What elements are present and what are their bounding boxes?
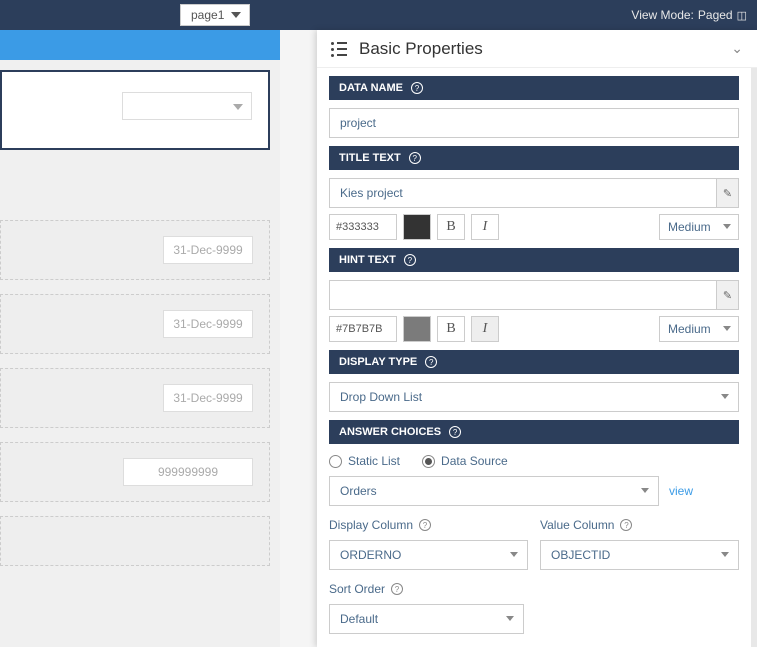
title-color-input[interactable] bbox=[329, 214, 397, 240]
answer-choice-mode: Static List Data Source bbox=[329, 454, 739, 468]
view-mode[interactable]: View Mode: Paged ◫ bbox=[631, 8, 747, 22]
section-label: DISPLAY TYPE bbox=[339, 356, 417, 368]
view-mode-label: View Mode: bbox=[631, 8, 693, 22]
help-icon[interactable]: ? bbox=[449, 426, 461, 438]
ghost-date-field-2[interactable]: 31-Dec-9999 bbox=[0, 294, 270, 354]
section-hint-text: HINT TEXT ? bbox=[329, 248, 739, 272]
radio-text: Data Source bbox=[441, 454, 508, 468]
panel-title: Basic Properties bbox=[359, 39, 731, 59]
help-icon[interactable]: ? bbox=[425, 356, 437, 368]
bold-button[interactable]: B bbox=[437, 316, 465, 342]
chevron-down-icon[interactable]: ⌄ bbox=[731, 40, 743, 57]
value-column-select[interactable]: OBJECTID bbox=[540, 540, 739, 570]
section-title-text: TITLE TEXT ? bbox=[329, 146, 739, 170]
title-size-select[interactable]: Medium bbox=[659, 214, 739, 240]
value-column-label: Value Column ? bbox=[540, 518, 739, 532]
title-style-row: B I Medium bbox=[329, 214, 739, 240]
radio-data-source[interactable]: Data Source bbox=[422, 454, 508, 468]
top-bar: page1 View Mode: Paged ◫ bbox=[0, 0, 757, 30]
page-select-wrap: page1 bbox=[180, 4, 250, 26]
ghost-date-input[interactable]: 31-Dec-9999 bbox=[163, 310, 253, 338]
radio-icon bbox=[422, 455, 435, 468]
bold-button[interactable]: B bbox=[437, 214, 465, 240]
hint-style-row: B I Medium bbox=[329, 316, 739, 342]
section-answer-choices: ANSWER CHOICES ? bbox=[329, 420, 739, 444]
ghost-date-input[interactable]: 31-Dec-9999 bbox=[163, 236, 253, 264]
title-color-swatch[interactable] bbox=[403, 214, 431, 240]
display-column-label: Display Column ? bbox=[329, 518, 528, 532]
radio-text: Static List bbox=[348, 454, 400, 468]
help-icon[interactable]: ? bbox=[620, 519, 632, 531]
data-source-select[interactable]: Orders bbox=[329, 476, 659, 506]
display-type-select[interactable]: Drop Down List bbox=[329, 382, 739, 412]
section-label: HINT TEXT bbox=[339, 254, 396, 266]
page-header-band bbox=[0, 30, 280, 60]
ghost-field[interactable] bbox=[0, 516, 270, 566]
data-name-input[interactable] bbox=[329, 108, 739, 138]
display-column-select[interactable]: ORDERNO bbox=[329, 540, 528, 570]
help-icon[interactable]: ? bbox=[391, 583, 403, 595]
section-display-type: DISPLAY TYPE ? bbox=[329, 350, 739, 374]
radio-icon bbox=[329, 455, 342, 468]
hint-text-input[interactable] bbox=[329, 280, 739, 310]
help-icon[interactable]: ? bbox=[411, 82, 423, 94]
section-label: ANSWER CHOICES bbox=[339, 426, 441, 438]
hint-color-input[interactable] bbox=[329, 316, 397, 342]
hint-color-swatch[interactable] bbox=[403, 316, 431, 342]
section-data-name: DATA NAME ? bbox=[329, 76, 739, 100]
ghost-date-field-1[interactable]: 31-Dec-9999 bbox=[0, 220, 270, 280]
ghost-date-input[interactable]: 31-Dec-9999 bbox=[163, 384, 253, 412]
properties-panel: Basic Properties ⌄ DATA NAME ? TITLE TEX… bbox=[317, 30, 757, 647]
form-preview-area: 31-Dec-9999 31-Dec-9999 31-Dec-9999 9999… bbox=[0, 30, 280, 647]
hint-size-select[interactable]: Medium bbox=[659, 316, 739, 342]
dropdown-input[interactable] bbox=[122, 92, 252, 120]
help-icon[interactable]: ? bbox=[419, 519, 431, 531]
page-select[interactable]: page1 bbox=[180, 4, 250, 26]
sort-order-label: Sort Order ? bbox=[329, 582, 739, 596]
panel-body: DATA NAME ? TITLE TEXT ? ✎ B I Medium HI… bbox=[317, 68, 757, 647]
italic-button[interactable]: I bbox=[471, 214, 499, 240]
panel-header[interactable]: Basic Properties ⌄ bbox=[317, 30, 757, 68]
view-mode-value: Paged bbox=[698, 8, 733, 22]
radio-static-list[interactable]: Static List bbox=[329, 454, 400, 468]
list-icon bbox=[331, 42, 347, 56]
view-link[interactable]: view bbox=[669, 484, 693, 498]
ghost-number-field[interactable]: 999999999 bbox=[0, 442, 270, 502]
sort-order-select[interactable]: Default bbox=[329, 604, 524, 634]
pencil-icon[interactable]: ✎ bbox=[716, 281, 738, 309]
paged-icon: ◫ bbox=[737, 9, 747, 22]
title-text-input[interactable] bbox=[329, 178, 739, 208]
section-label: DATA NAME bbox=[339, 82, 403, 94]
selected-dropdown-field[interactable] bbox=[0, 70, 270, 150]
pencil-icon[interactable]: ✎ bbox=[716, 179, 738, 207]
italic-button[interactable]: I bbox=[471, 316, 499, 342]
section-label: TITLE TEXT bbox=[339, 152, 401, 164]
help-icon[interactable]: ? bbox=[409, 152, 421, 164]
help-icon[interactable]: ? bbox=[404, 254, 416, 266]
ghost-date-field-3[interactable]: 31-Dec-9999 bbox=[0, 368, 270, 428]
ghost-number-input[interactable]: 999999999 bbox=[123, 458, 253, 486]
